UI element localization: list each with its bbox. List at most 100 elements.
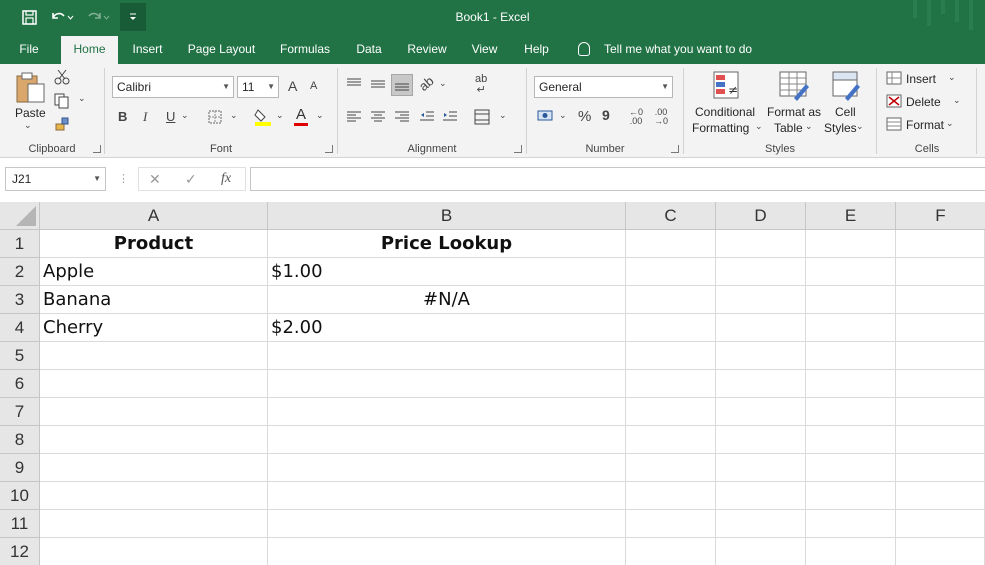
format-dropdown-icon[interactable]: ⌄ <box>946 118 954 129</box>
row-header-12[interactable]: 12 <box>0 538 40 565</box>
format-as-table-label1[interactable]: Format as <box>767 105 821 119</box>
column-header-f[interactable]: F <box>896 202 985 230</box>
format-painter-icon[interactable] <box>54 116 70 132</box>
cell-d4[interactable] <box>716 314 806 342</box>
cell-a1[interactable]: Product <box>40 230 268 258</box>
cell-c5[interactable] <box>626 342 716 370</box>
cell-f1[interactable] <box>896 230 985 258</box>
cell-b7[interactable] <box>268 398 626 426</box>
tab-formulas[interactable]: Formulas <box>273 34 337 64</box>
cell-c9[interactable] <box>626 454 716 482</box>
cell-e3[interactable] <box>806 286 896 314</box>
conditional-formatting-dropdown-icon[interactable]: ⌄ <box>755 121 763 132</box>
cell-b6[interactable] <box>268 370 626 398</box>
cell-c4[interactable] <box>626 314 716 342</box>
cell-d2[interactable] <box>716 258 806 286</box>
shrink-font-icon[interactable]: A <box>310 80 317 92</box>
cell-c7[interactable] <box>626 398 716 426</box>
cell-e11[interactable] <box>806 510 896 538</box>
accounting-dropdown-icon[interactable]: ⌄ <box>559 110 567 121</box>
row-header-11[interactable]: 11 <box>0 510 40 538</box>
cell-b8[interactable] <box>268 426 626 454</box>
cell-e4[interactable] <box>806 314 896 342</box>
paste-button[interactable]: Paste <box>15 106 46 120</box>
cell-f12[interactable] <box>896 538 985 565</box>
format-as-table-icon[interactable] <box>778 70 810 102</box>
cell-a10[interactable] <box>40 482 268 510</box>
cell-a11[interactable] <box>40 510 268 538</box>
cell-b9[interactable] <box>268 454 626 482</box>
row-header-8[interactable]: 8 <box>0 426 40 454</box>
number-format-select[interactable]: General ▼ <box>534 76 673 98</box>
select-all-button[interactable] <box>0 202 40 230</box>
cell-a3[interactable]: Banana <box>40 286 268 314</box>
cell-a9[interactable] <box>40 454 268 482</box>
format-cells-button[interactable]: Format <box>906 118 944 132</box>
cell-e7[interactable] <box>806 398 896 426</box>
tab-page-layout[interactable]: Page Layout <box>183 34 260 64</box>
cell-a12[interactable] <box>40 538 268 565</box>
cell-c10[interactable] <box>626 482 716 510</box>
cell-f5[interactable] <box>896 342 985 370</box>
cell-a7[interactable] <box>40 398 268 426</box>
decrease-indent-icon[interactable] <box>419 110 435 124</box>
column-header-e[interactable]: E <box>806 202 896 230</box>
conditional-formatting-label2[interactable]: Formatting <box>692 121 749 135</box>
cell-f4[interactable] <box>896 314 985 342</box>
delete-dropdown-icon[interactable]: ⌄ <box>953 95 961 106</box>
copy-icon[interactable] <box>54 93 70 109</box>
cancel-icon[interactable]: ✕ <box>149 171 161 188</box>
cell-styles-label2[interactable]: Styles <box>824 121 857 135</box>
comma-style-icon[interactable]: 9 <box>602 107 610 123</box>
cell-c12[interactable] <box>626 538 716 565</box>
align-right-icon[interactable] <box>394 110 410 124</box>
cell-c1[interactable] <box>626 230 716 258</box>
middle-align-icon[interactable] <box>370 77 386 91</box>
underline-dropdown-icon[interactable]: ⌄ <box>181 110 189 121</box>
tab-review[interactable]: Review <box>401 34 453 64</box>
bottom-align-button[interactable] <box>391 74 413 96</box>
column-header-d[interactable]: D <box>716 202 806 230</box>
increase-indent-icon[interactable] <box>442 110 458 124</box>
cell-b12[interactable] <box>268 538 626 565</box>
paste-dropdown-icon[interactable]: ⌄ <box>24 120 32 131</box>
cell-styles-icon[interactable] <box>831 70 861 102</box>
cell-b2[interactable]: $1.00 <box>268 258 626 286</box>
tab-help[interactable]: Help <box>516 34 557 64</box>
copy-dropdown-icon[interactable]: ⌄ <box>78 93 86 104</box>
tab-data[interactable]: Data <box>350 34 388 64</box>
cell-b5[interactable] <box>268 342 626 370</box>
cell-b11[interactable] <box>268 510 626 538</box>
insert-dropdown-icon[interactable]: ⌄ <box>948 72 956 83</box>
bold-button[interactable]: B <box>118 109 127 124</box>
delete-cells-icon[interactable] <box>886 94 902 108</box>
row-header-7[interactable]: 7 <box>0 398 40 426</box>
cell-b1[interactable]: Price Lookup <box>268 230 626 258</box>
percent-style-icon[interactable]: % <box>578 108 591 125</box>
insert-cells-icon[interactable] <box>886 71 902 85</box>
cell-d11[interactable] <box>716 510 806 538</box>
cell-e9[interactable] <box>806 454 896 482</box>
font-color-icon[interactable]: A <box>296 106 306 123</box>
tab-file[interactable]: File <box>9 34 49 64</box>
fill-color-icon[interactable] <box>254 107 272 127</box>
paste-icon[interactable] <box>14 70 48 104</box>
row-header-4[interactable]: 4 <box>0 314 40 342</box>
borders-dropdown-icon[interactable]: ⌄ <box>230 110 238 121</box>
font-launcher-icon[interactable] <box>325 145 333 153</box>
row-header-6[interactable]: 6 <box>0 370 40 398</box>
cell-b10[interactable] <box>268 482 626 510</box>
row-header-9[interactable]: 9 <box>0 454 40 482</box>
cell-e10[interactable] <box>806 482 896 510</box>
name-box[interactable]: J21 ▼ <box>5 167 106 191</box>
cell-c11[interactable] <box>626 510 716 538</box>
orientation-icon[interactable]: ab <box>416 73 437 94</box>
cell-c3[interactable] <box>626 286 716 314</box>
font-size-select[interactable]: 11 ▼ <box>237 76 279 98</box>
cell-c6[interactable] <box>626 370 716 398</box>
cell-d5[interactable] <box>716 342 806 370</box>
borders-icon[interactable] <box>208 110 222 124</box>
format-as-table-dropdown-icon[interactable]: ⌄ <box>805 121 813 132</box>
underline-button[interactable]: U <box>166 109 175 124</box>
align-center-icon[interactable] <box>370 110 386 124</box>
